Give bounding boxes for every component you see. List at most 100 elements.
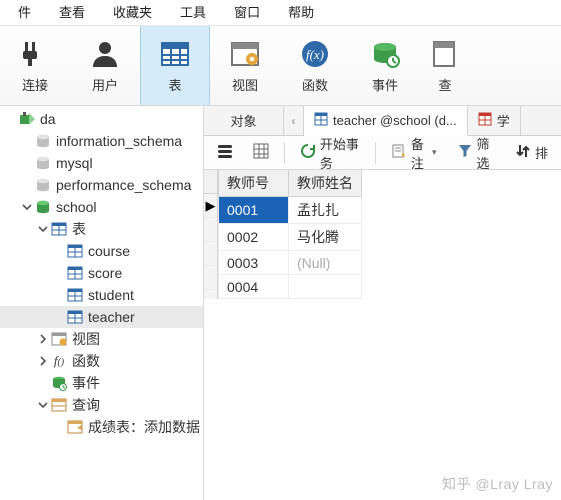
tree-item-score[interactable]: score bbox=[0, 262, 203, 284]
tool-connection[interactable]: 连接 bbox=[0, 26, 70, 105]
chevron-down-icon[interactable] bbox=[36, 222, 50, 236]
tool-user[interactable]: 用户 bbox=[70, 26, 140, 105]
tool-event-label: 事件 bbox=[372, 75, 398, 94]
tree-item-label: 查询 bbox=[72, 395, 100, 415]
tree-item-label: score bbox=[88, 265, 122, 281]
remark-button[interactable]: 备注 ▾ bbox=[384, 130, 444, 176]
column-header[interactable]: 教师姓名 bbox=[289, 170, 362, 197]
toggle-view-button[interactable] bbox=[210, 139, 240, 166]
tree-item-label: teacher bbox=[88, 309, 135, 325]
expander-placeholder bbox=[52, 266, 66, 280]
table-cell[interactable]: 0002 bbox=[219, 224, 289, 251]
tool-event[interactable]: 事件 bbox=[350, 26, 420, 105]
expander-placeholder bbox=[52, 310, 66, 324]
column-header[interactable]: 教师号 bbox=[219, 170, 289, 197]
begin-transaction-button[interactable]: 开始事务 bbox=[293, 130, 367, 176]
tool-view-label: 视图 bbox=[232, 75, 258, 94]
tree-item--[interactable]: 事件 bbox=[0, 372, 203, 394]
note-icon bbox=[391, 143, 407, 162]
table-toolbar: 开始事务 备注 ▾ 筛选 排 bbox=[204, 136, 561, 170]
tree-item-school[interactable]: school bbox=[0, 196, 203, 218]
svg-text:f(x): f(x) bbox=[306, 47, 324, 62]
chevron-right-icon[interactable] bbox=[36, 332, 50, 346]
tree-item-label: 视图 bbox=[72, 329, 100, 349]
db-icon bbox=[34, 133, 52, 149]
chevron-down-icon[interactable] bbox=[36, 398, 50, 412]
row-indicator bbox=[204, 266, 217, 290]
table-row[interactable]: 0004 bbox=[219, 275, 362, 299]
chevron-right-icon[interactable] bbox=[36, 354, 50, 368]
separator bbox=[375, 142, 376, 164]
sort-button[interactable]: 排 bbox=[508, 139, 555, 166]
tbl-icon bbox=[66, 265, 84, 281]
tool-table[interactable]: 表 bbox=[140, 26, 210, 105]
menu-file[interactable]: 件 bbox=[4, 0, 45, 26]
menu-tools[interactable]: 工具 bbox=[166, 0, 220, 26]
null-value: (Null) bbox=[297, 255, 330, 271]
tree-item-label: 成绩表：添加数据 bbox=[88, 417, 200, 437]
chevron-left-icon: ‹ bbox=[292, 114, 296, 128]
object-tree[interactable]: da information_schemamysql performance_sch… bbox=[0, 106, 204, 500]
tab-objects-label: 对象 bbox=[230, 111, 256, 130]
table-alt-icon bbox=[478, 112, 492, 129]
tool-view[interactable]: 视图 bbox=[210, 26, 280, 105]
filter-button[interactable]: 筛选 bbox=[450, 130, 502, 176]
table-cell[interactable]: 0001 bbox=[219, 197, 289, 224]
tree-item-performance_schema[interactable]: performance_schema bbox=[0, 174, 203, 196]
refresh-icon bbox=[300, 143, 316, 162]
tree-item-da[interactable]: da bbox=[0, 108, 203, 130]
menu-view[interactable]: 查看 bbox=[45, 0, 99, 26]
tree-item--[interactable]: f()函数 bbox=[0, 350, 203, 372]
tree-item-label: 函数 bbox=[72, 351, 100, 371]
tree-item--[interactable]: 表 bbox=[0, 218, 203, 240]
table-row[interactable]: 0002马化腾 bbox=[219, 224, 362, 251]
grid-small-icon bbox=[253, 143, 269, 162]
menu-favorites[interactable]: 收藏夹 bbox=[99, 0, 166, 26]
conn-active-icon bbox=[18, 111, 36, 127]
table-cell[interactable]: 0003 bbox=[219, 251, 289, 275]
table-row[interactable]: 0001孟扎扎 bbox=[219, 197, 362, 224]
plug-icon bbox=[18, 37, 52, 71]
user-icon bbox=[88, 37, 122, 71]
tree-item-label: mysql bbox=[56, 155, 93, 171]
table-cell[interactable]: 马化腾 bbox=[289, 224, 362, 251]
grid-view-button[interactable] bbox=[246, 139, 276, 166]
tbl-icon bbox=[66, 309, 84, 325]
tree-item-label: information_schema bbox=[56, 133, 182, 149]
tree-item-course[interactable]: course bbox=[0, 240, 203, 262]
dropdown-icon: ▾ bbox=[432, 147, 437, 158]
menu-help[interactable]: 帮助 bbox=[274, 0, 328, 26]
table-cell[interactable]: (Null) bbox=[289, 251, 362, 275]
begin-transaction-label: 开始事务 bbox=[320, 134, 360, 172]
table-cell[interactable] bbox=[289, 275, 362, 299]
tree-item--[interactable]: 视图 bbox=[0, 328, 203, 350]
expander-placeholder bbox=[20, 178, 34, 192]
tab-extra-label: 学 bbox=[497, 111, 510, 130]
tool-function[interactable]: f(x) 函数 bbox=[280, 26, 350, 105]
tree-item-information_schema[interactable]: information_schema bbox=[0, 130, 203, 152]
tbl-icon bbox=[66, 243, 84, 259]
tree-item--[interactable]: 成绩表：添加数据 bbox=[0, 416, 203, 438]
tree-item--[interactable]: 查询 bbox=[0, 394, 203, 416]
funcs-icon: f() bbox=[50, 353, 68, 369]
expander-placeholder bbox=[36, 376, 50, 390]
menu-window[interactable]: 窗口 bbox=[220, 0, 274, 26]
table-cell[interactable]: 0004 bbox=[219, 275, 289, 299]
tree-item-mysql[interactable]: mysql bbox=[0, 152, 203, 174]
table-cell[interactable]: 孟扎扎 bbox=[289, 197, 362, 224]
tree-item-label: performance_schema bbox=[56, 177, 191, 193]
table-small-icon bbox=[314, 112, 328, 129]
tree-item-label: 表 bbox=[72, 219, 86, 239]
tool-query[interactable]: 查 bbox=[420, 26, 470, 105]
tab-objects[interactable]: 对象 bbox=[204, 106, 284, 135]
funnel-icon bbox=[457, 143, 473, 162]
list-icon bbox=[217, 143, 233, 162]
tree-item-label: school bbox=[56, 199, 96, 215]
chevron-down-icon[interactable] bbox=[20, 200, 34, 214]
expander-placeholder bbox=[20, 156, 34, 170]
db-icon bbox=[34, 155, 52, 171]
tree-item-student[interactable]: student bbox=[0, 284, 203, 306]
data-grid[interactable]: ▶ 教师号教师姓名 0001孟扎扎0002马化腾0003(Null)0004 bbox=[204, 170, 561, 299]
tree-item-teacher[interactable]: teacher bbox=[0, 306, 203, 328]
table-row[interactable]: 0003 (Null) bbox=[219, 251, 362, 275]
